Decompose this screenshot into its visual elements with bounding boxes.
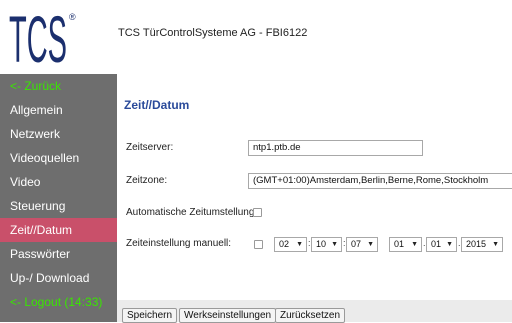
day-value: 01 — [394, 239, 405, 249]
header: TCS ® TCS TürControlSysteme AG - FBI6122 — [0, 0, 512, 76]
manual-time-label: Zeiteinstellung manuell: — [126, 238, 232, 249]
factory-defaults-button[interactable]: Werkseinstellungen — [179, 308, 277, 323]
month-select[interactable]: 01 ▼ — [426, 237, 457, 252]
second-select[interactable]: 07 ▼ — [346, 237, 378, 252]
timeserver-label: Zeitserver: — [126, 142, 174, 153]
sidebar-item-general[interactable]: Allgemein — [0, 98, 117, 122]
minute-value: 10 — [316, 239, 327, 249]
auto-time-checkbox[interactable] — [253, 208, 262, 217]
page-title: Zeit//Datum — [124, 98, 190, 112]
timeserver-input[interactable]: ntp1.ptb.de — [248, 140, 423, 156]
save-button[interactable]: Speichern — [122, 308, 178, 323]
hour-select[interactable]: 02 ▼ — [274, 237, 307, 252]
svg-text:TCS: TCS — [9, 6, 67, 68]
chevron-down-icon: ▼ — [331, 241, 338, 248]
sidebar-item-video-sources[interactable]: Videoquellen — [0, 146, 117, 170]
sidebar-item-back[interactable]: <- Zurück — [0, 74, 117, 98]
svg-text:®: ® — [69, 12, 76, 22]
tcs-logo: TCS ® — [9, 2, 77, 76]
header-title: TCS TürControlSysteme AG - FBI6122 — [118, 27, 308, 39]
chevron-down-icon: ▼ — [367, 241, 374, 248]
year-select[interactable]: 2015 ▼ — [461, 237, 503, 252]
minute-select[interactable]: 10 ▼ — [311, 237, 342, 252]
sidebar-item-up-download[interactable]: Up-/ Download — [0, 266, 117, 290]
sidebar-item-passwords[interactable]: Passwörter — [0, 242, 117, 266]
timezone-select[interactable]: (GMT+01:00)Amsterdam,Berlin,Berne,Rome,S… — [248, 173, 512, 189]
auto-time-label: Automatische Zeitumstellung: — [126, 207, 258, 218]
second-value: 07 — [351, 239, 362, 249]
button-bar: Speichern Werkseinstellungen Zurücksetze… — [117, 300, 512, 323]
chevron-down-icon: ▼ — [296, 241, 303, 248]
hour-value: 02 — [279, 239, 290, 249]
day-select[interactable]: 01 ▼ — [389, 237, 422, 252]
reset-button[interactable]: Zurücksetzen — [275, 308, 346, 323]
chevron-down-icon: ▼ — [492, 241, 499, 248]
chevron-down-icon: ▼ — [446, 241, 453, 248]
month-value: 01 — [431, 239, 442, 249]
sidebar-item-logout[interactable]: <- Logout (14:33) — [0, 290, 117, 314]
chevron-down-icon: ▼ — [411, 241, 418, 248]
sidebar-item-network[interactable]: Netzwerk — [0, 122, 117, 146]
year-value: 2015 — [466, 239, 487, 249]
sidebar-nav: <- Zurück Allgemein Netzwerk Videoquelle… — [0, 74, 117, 322]
sidebar-item-control[interactable]: Steuerung — [0, 194, 117, 218]
timezone-label: Zeitzone: — [126, 175, 168, 186]
main-content: Zeit//Datum Zeitserver: ntp1.ptb.de Zeit… — [117, 74, 512, 322]
sidebar-item-time-date[interactable]: Zeit//Datum — [0, 218, 117, 242]
sidebar-item-video[interactable]: Video — [0, 170, 117, 194]
manual-time-checkbox[interactable] — [254, 240, 263, 249]
